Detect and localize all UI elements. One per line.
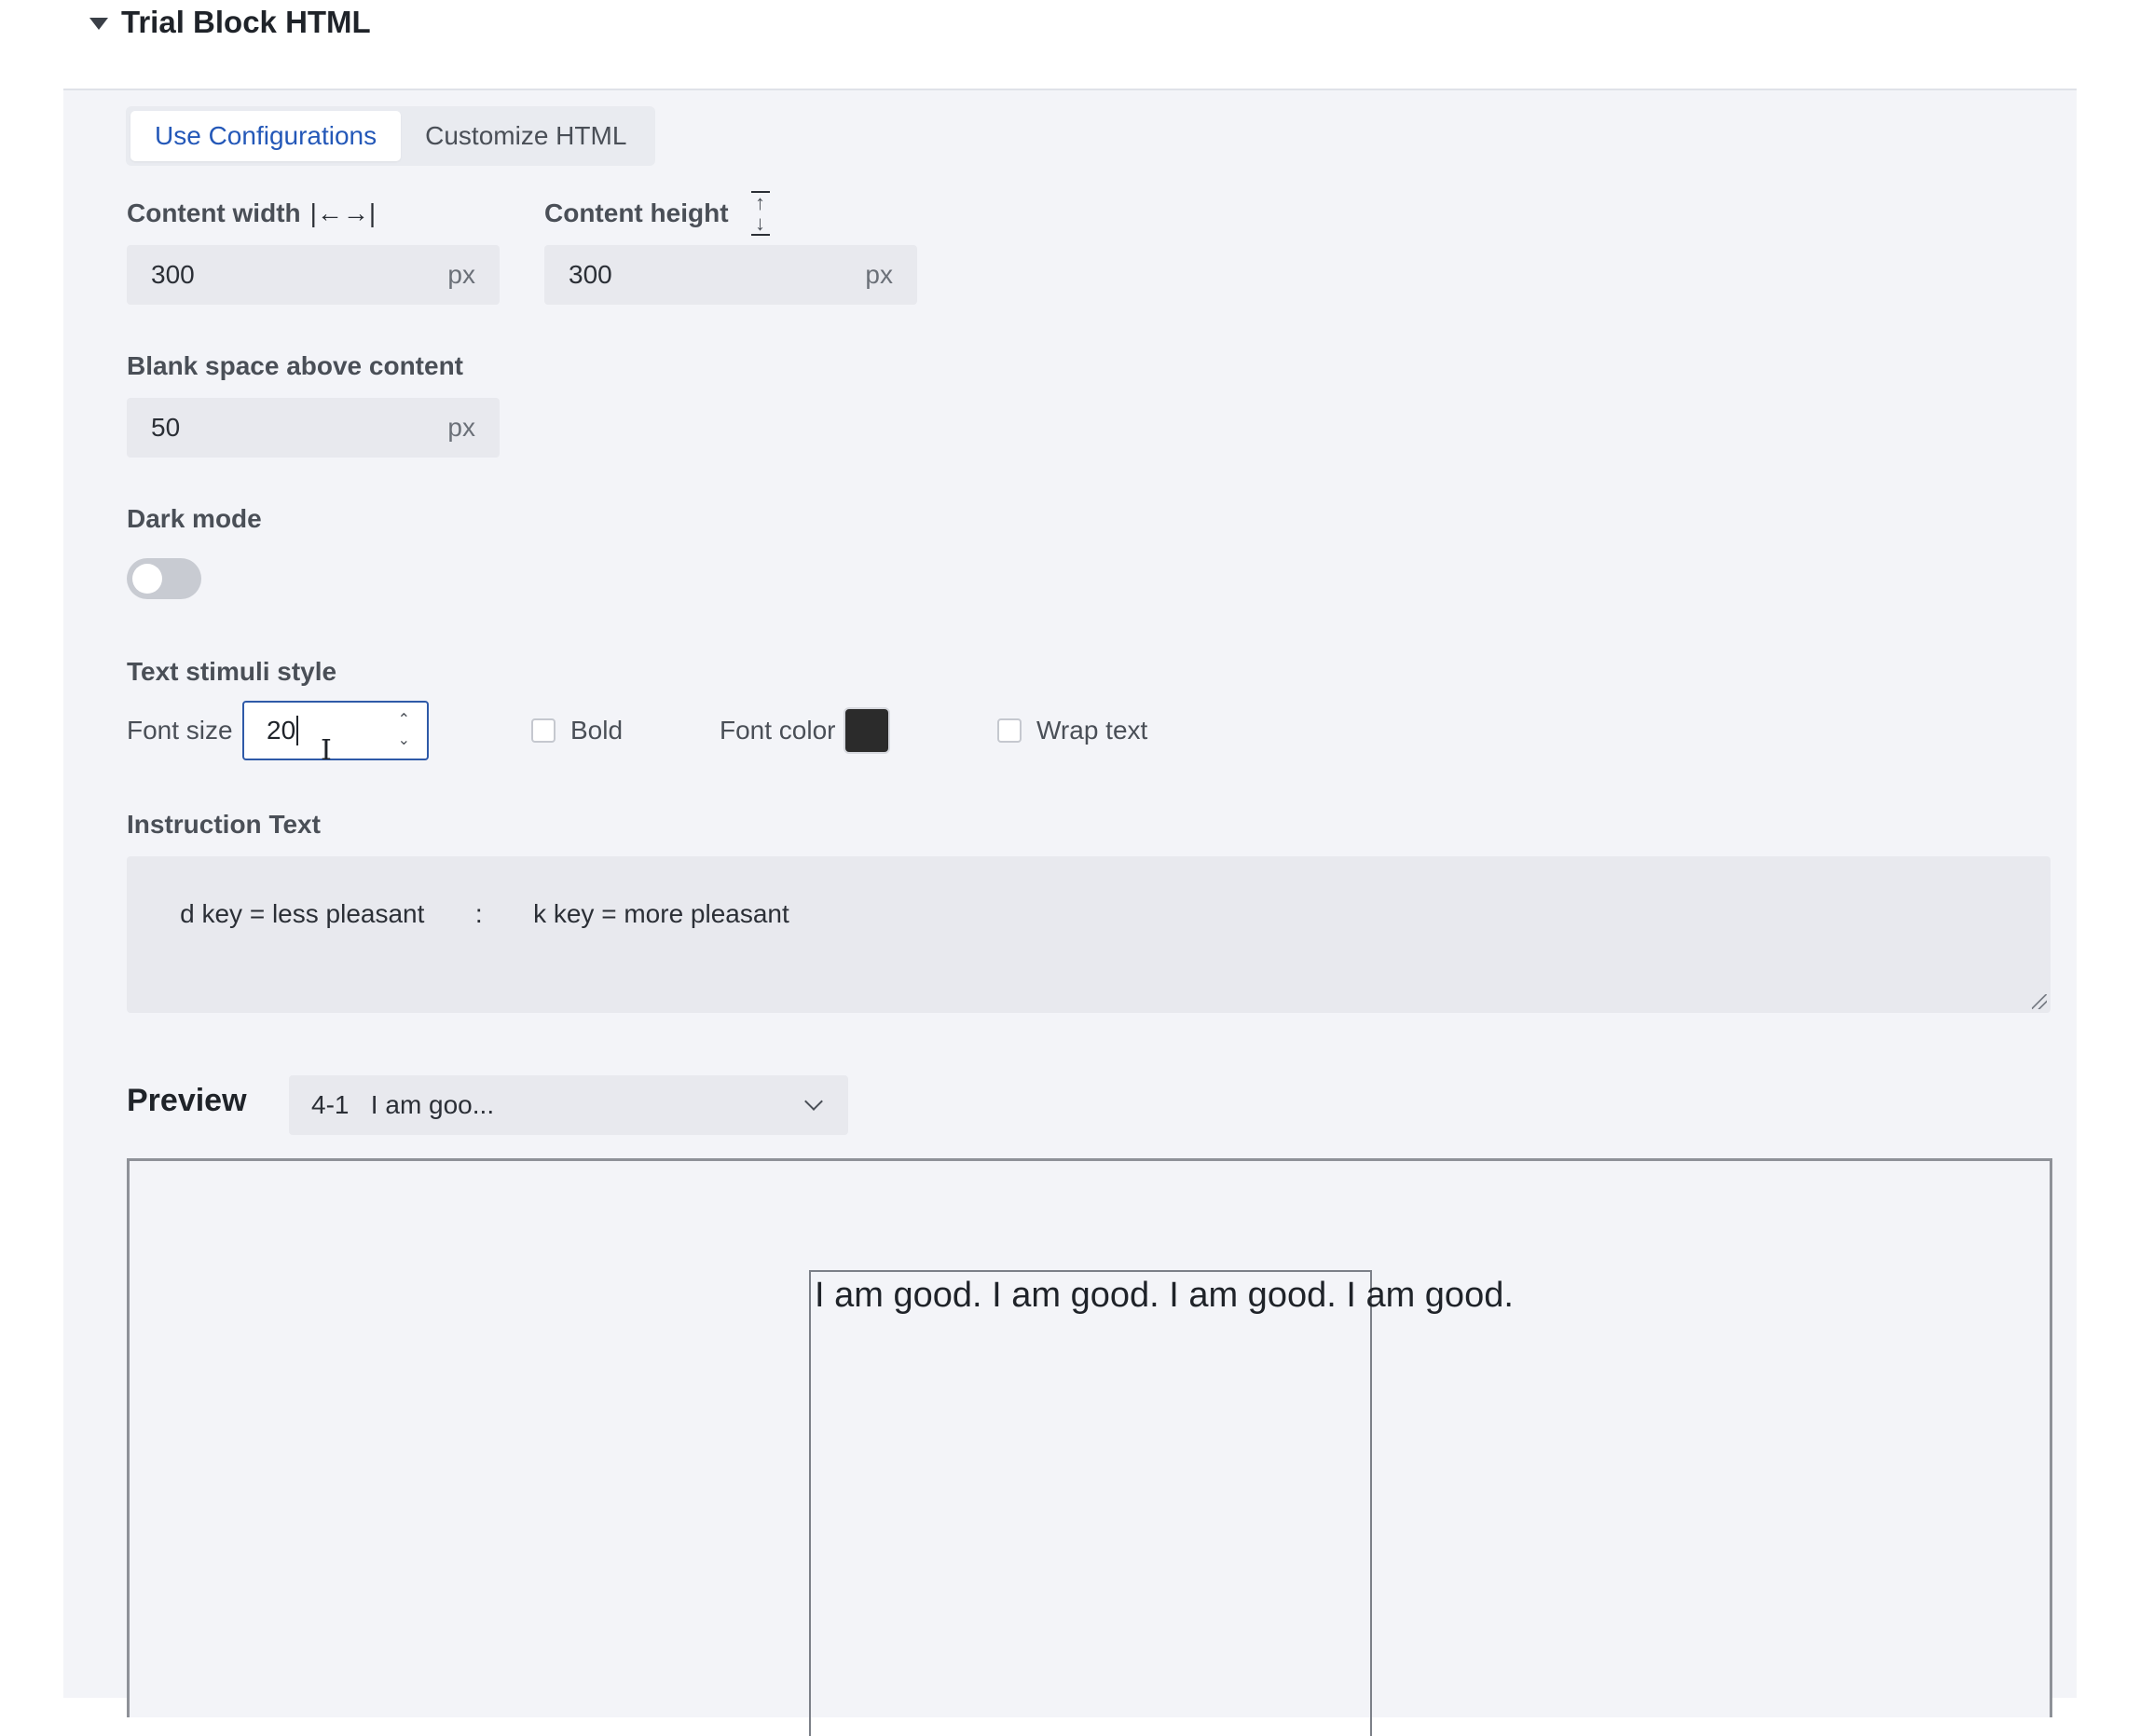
content-width-input[interactable]: 300 px — [127, 245, 500, 305]
preview-stimulus-text: I am good. I am good. I am good. I am go… — [815, 1276, 1514, 1315]
tab-customize-html[interactable]: Customize HTML — [401, 111, 651, 161]
wrap-text-option[interactable]: Wrap text — [997, 701, 1147, 760]
mode-tabs: Use Configurations Customize HTML — [126, 106, 656, 166]
font-color-label: Font color — [720, 716, 836, 745]
font-size-label: Font size — [127, 716, 233, 745]
content-width-label: Content width |←→| — [127, 195, 376, 232]
collapse-caret-icon[interactable] — [89, 17, 108, 30]
preview-frame: I am good. I am good. I am good. I am go… — [127, 1158, 2052, 1736]
chevron-down-icon — [804, 1092, 823, 1111]
blank-space-unit: px — [447, 413, 475, 442]
preview-trial-select[interactable]: 4-1 I am goo... — [289, 1075, 848, 1135]
configuration-panel: Use Configurations Customize HTML Conten… — [63, 89, 2077, 1736]
blank-space-label: Blank space above content — [127, 351, 464, 380]
content-height-value[interactable]: 300 — [569, 260, 612, 290]
content-height-unit: px — [865, 260, 893, 289]
dark-mode-toggle[interactable] — [127, 558, 201, 599]
font-size-input[interactable]: 20 ⌃ ⌄ I — [242, 701, 429, 767]
bold-label: Bold — [570, 716, 624, 745]
font-size-spinner[interactable]: ⌃ ⌄ — [398, 710, 410, 751]
preview-content-box: I am good. I am good. I am good. I am go… — [809, 1270, 1514, 1736]
preview-title: Preview — [127, 1083, 247, 1118]
preview-selected-value: 4-1 I am goo... — [311, 1090, 495, 1119]
dark-mode-label: Dark mode — [127, 504, 262, 533]
section-title: Trial Block HTML — [121, 5, 371, 39]
content-height-label: Content height ↑ ↓ — [544, 184, 770, 243]
font-size-value[interactable]: 20 — [267, 716, 299, 745]
wrap-text-checkbox[interactable] — [997, 718, 1022, 743]
font-color-swatch[interactable] — [843, 707, 890, 754]
toggle-knob — [132, 564, 162, 594]
vertical-height-icon: ↑ ↓ — [750, 191, 770, 236]
wrap-text-label: Wrap text — [1036, 716, 1148, 745]
instruction-label: Instruction Text — [127, 810, 321, 839]
font-color-option: Font color — [720, 701, 890, 760]
tab-use-configurations[interactable]: Use Configurations — [130, 111, 402, 161]
blank-space-input[interactable]: 50 px — [127, 398, 500, 458]
content-height-label-text: Content height — [544, 198, 729, 227]
text-cursor-icon: I — [321, 734, 332, 767]
content-height-input[interactable]: 300 px — [544, 245, 917, 305]
content-width-value[interactable]: 300 — [151, 260, 195, 290]
bold-option[interactable]: Bold — [531, 701, 623, 760]
instruction-textarea[interactable]: d key = less pleasant : k key = more ple… — [127, 856, 2051, 1013]
spinner-down-icon[interactable]: ⌄ — [398, 731, 410, 751]
resize-handle-icon[interactable] — [2032, 994, 2047, 1009]
bold-checkbox[interactable] — [531, 718, 556, 743]
instruction-value[interactable]: d key = less pleasant : k key = more ple… — [180, 899, 789, 928]
text-style-label: Text stimuli style — [127, 657, 337, 686]
spinner-up-icon[interactable]: ⌃ — [398, 710, 410, 731]
content-width-label-text: Content width — [127, 198, 301, 227]
blank-space-value[interactable]: 50 — [151, 413, 180, 443]
horizontal-width-icon: |←→| — [309, 198, 377, 227]
content-width-unit: px — [447, 260, 475, 289]
section-header[interactable]: Trial Block HTML — [89, 0, 371, 45]
